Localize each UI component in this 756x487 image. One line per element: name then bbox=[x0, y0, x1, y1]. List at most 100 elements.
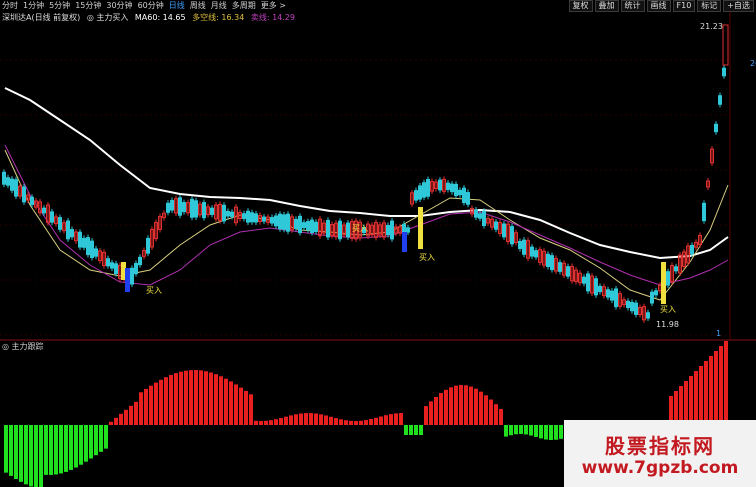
histogram-bar bbox=[139, 392, 143, 425]
histogram-bar bbox=[419, 425, 423, 435]
candle bbox=[14, 179, 18, 197]
candle bbox=[718, 95, 722, 105]
histogram-bar bbox=[284, 416, 288, 425]
histogram-bar bbox=[529, 425, 533, 436]
candle bbox=[614, 288, 618, 308]
candle bbox=[666, 271, 670, 286]
candle bbox=[482, 210, 486, 226]
signal-bar bbox=[125, 268, 130, 292]
histogram-bar bbox=[64, 425, 68, 472]
histogram-bar bbox=[329, 416, 333, 425]
candle bbox=[558, 262, 562, 272]
histogram-bar bbox=[469, 386, 473, 425]
histogram-bar bbox=[544, 425, 548, 440]
watermark: 股票指标网 www.7gpzb.com bbox=[564, 420, 756, 487]
kline-chart[interactable]: 买入买入买入买入 bbox=[0, 0, 756, 487]
candle bbox=[138, 256, 142, 266]
histogram-bar bbox=[99, 425, 103, 452]
histogram-bar bbox=[534, 425, 538, 437]
candle bbox=[494, 221, 498, 230]
histogram-bar bbox=[79, 425, 83, 465]
histogram-bar bbox=[339, 419, 343, 425]
histogram-bar bbox=[29, 425, 33, 487]
buy-label: 买入 bbox=[146, 286, 162, 295]
candle bbox=[594, 278, 598, 296]
histogram-bar bbox=[434, 396, 438, 425]
histogram-bar bbox=[69, 425, 73, 470]
candle bbox=[58, 217, 62, 230]
histogram-bar bbox=[424, 406, 428, 425]
histogram-bar bbox=[324, 415, 328, 425]
candle bbox=[610, 290, 614, 301]
histogram-bar bbox=[44, 425, 48, 475]
candle bbox=[650, 291, 654, 304]
histogram-bar bbox=[514, 425, 518, 435]
histogram-bar bbox=[414, 425, 418, 435]
histogram-bar bbox=[554, 425, 558, 440]
candle bbox=[714, 123, 718, 133]
candle bbox=[230, 211, 234, 217]
histogram-bar bbox=[154, 382, 158, 425]
right-edge-label-a: 20 bbox=[750, 59, 756, 68]
candle bbox=[250, 212, 254, 223]
candle bbox=[78, 231, 82, 248]
candle bbox=[454, 183, 458, 197]
candle bbox=[190, 198, 194, 218]
histogram-bar bbox=[429, 401, 433, 425]
candle bbox=[522, 239, 526, 255]
candle bbox=[202, 202, 206, 219]
histogram-bar bbox=[379, 416, 383, 425]
histogram-bar bbox=[9, 425, 13, 476]
histogram-bar bbox=[274, 419, 278, 425]
histogram-bar bbox=[559, 425, 563, 439]
histogram-bar bbox=[89, 425, 93, 459]
candle bbox=[390, 220, 394, 240]
candle bbox=[414, 190, 418, 201]
histogram-bar bbox=[164, 377, 168, 425]
candle bbox=[626, 300, 630, 308]
candle bbox=[310, 219, 314, 234]
candle bbox=[586, 273, 590, 292]
histogram-bar bbox=[234, 384, 238, 425]
histogram-bar bbox=[439, 393, 443, 425]
candle bbox=[82, 237, 86, 248]
histogram-bar bbox=[24, 425, 28, 485]
candle bbox=[106, 258, 110, 267]
candle bbox=[242, 213, 246, 219]
histogram-bar bbox=[19, 425, 23, 482]
histogram-bar bbox=[684, 381, 688, 425]
histogram-bar bbox=[49, 425, 53, 475]
histogram-bar bbox=[14, 425, 18, 479]
candle bbox=[110, 262, 114, 269]
candle bbox=[306, 221, 310, 231]
histogram-bar bbox=[109, 421, 113, 425]
histogram-bar bbox=[259, 420, 263, 425]
candle bbox=[6, 177, 10, 186]
histogram-bar bbox=[4, 425, 8, 473]
histogram-bar bbox=[74, 425, 78, 468]
candle bbox=[534, 250, 538, 258]
histogram-bar bbox=[454, 385, 458, 425]
histogram-bar bbox=[124, 409, 128, 425]
candle bbox=[178, 197, 182, 216]
histogram-bar bbox=[254, 420, 258, 425]
candle bbox=[10, 178, 14, 191]
candle bbox=[2, 171, 6, 185]
candle bbox=[466, 192, 470, 205]
candle bbox=[458, 189, 462, 196]
histogram-bar bbox=[119, 413, 123, 425]
watermark-title: 股票指标网 bbox=[605, 434, 715, 458]
candle bbox=[530, 246, 534, 257]
histogram-bar bbox=[389, 414, 393, 425]
histogram-bar bbox=[214, 374, 218, 425]
candle bbox=[94, 248, 98, 257]
histogram-bar bbox=[489, 399, 493, 425]
histogram-bar bbox=[159, 379, 163, 425]
low-price-label: 11.98 bbox=[656, 320, 679, 329]
candle bbox=[690, 244, 694, 255]
candle bbox=[418, 185, 422, 200]
histogram-bar bbox=[519, 425, 523, 435]
histogram-bar bbox=[689, 376, 693, 425]
histogram-bar bbox=[209, 372, 213, 425]
histogram-bar bbox=[539, 425, 543, 439]
